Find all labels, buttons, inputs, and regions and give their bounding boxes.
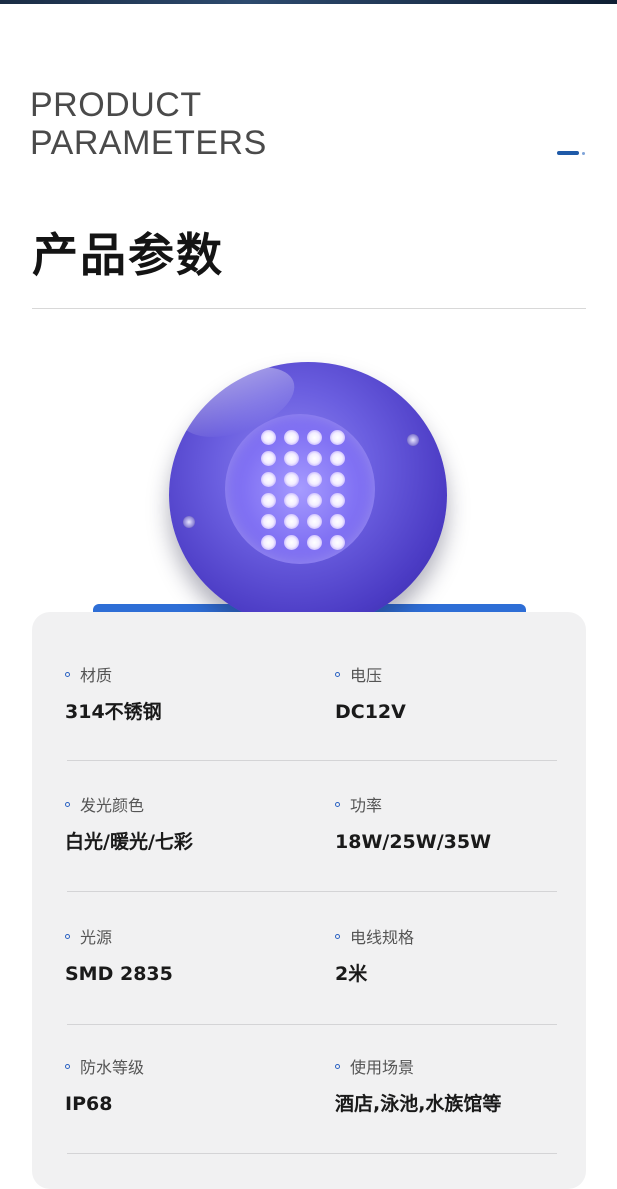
param-value: DC12V <box>335 701 406 723</box>
led-array <box>261 430 347 552</box>
led-chip <box>307 514 322 529</box>
param-value: 酒店,泳池,水族馆等 <box>335 1093 502 1115</box>
led-chip <box>330 535 345 550</box>
param-material: 材质 314不锈钢 <box>65 664 162 724</box>
bullet-icon <box>65 1063 70 1069</box>
english-title-line2: PARAMETERS <box>30 124 267 162</box>
row-divider <box>67 891 557 892</box>
led-chip <box>307 430 322 445</box>
led-chip <box>330 430 345 445</box>
bullet-icon <box>335 933 340 939</box>
led-chip <box>284 430 299 445</box>
led-chip <box>284 493 299 508</box>
accent-dot <box>582 152 585 155</box>
chinese-section-title: 产品参数 <box>32 228 224 282</box>
param-label: 发光颜色 <box>80 796 145 815</box>
led-chip <box>307 493 322 508</box>
param-light-color: 发光颜色 白光/暖光/七彩 <box>65 794 193 854</box>
param-label: 电线规格 <box>350 928 415 947</box>
english-title-line1: PRODUCT <box>30 86 202 124</box>
row-divider <box>67 760 557 761</box>
top-banner-strip <box>0 0 617 4</box>
bullet-icon <box>335 801 340 807</box>
param-cable-spec: 电线规格 2米 <box>335 926 414 986</box>
param-value: SMD 2835 <box>65 963 173 985</box>
param-value: 白光/暖光/七彩 <box>65 831 193 853</box>
param-value: 18W/25W/35W <box>335 831 492 853</box>
led-chip <box>330 514 345 529</box>
param-label: 防水等级 <box>80 1058 145 1077</box>
led-chip <box>330 493 345 508</box>
param-label: 电压 <box>350 666 383 685</box>
parameters-card: 材质 314不锈钢 电压 DC12V 发光颜色 白光/暖光/七彩 功率 18W/… <box>32 612 586 1189</box>
bullet-icon <box>335 671 340 677</box>
led-chip <box>307 451 322 466</box>
param-label: 使用场景 <box>350 1058 415 1077</box>
param-value: IP68 <box>65 1093 113 1115</box>
english-section-title: PRODUCT PARAMETERS <box>30 86 267 162</box>
param-label: 功率 <box>350 796 383 815</box>
led-chip <box>261 472 276 487</box>
param-label: 光源 <box>80 928 113 947</box>
param-power: 功率 18W/25W/35W <box>335 794 491 854</box>
underwater-led-light-image <box>169 362 447 628</box>
led-chip <box>307 472 322 487</box>
param-label: 材质 <box>80 666 113 685</box>
led-chip <box>261 430 276 445</box>
led-chip <box>284 535 299 550</box>
param-light-source: 光源 SMD 2835 <box>65 926 173 986</box>
led-chip <box>284 472 299 487</box>
accent-dash <box>557 151 579 155</box>
bullet-icon <box>65 933 70 939</box>
param-use-scenarios: 使用场景 酒店,泳池,水族馆等 <box>335 1056 501 1116</box>
lamp-lens <box>225 414 375 564</box>
title-divider <box>32 308 586 309</box>
led-chip <box>284 514 299 529</box>
bullet-icon <box>65 801 70 807</box>
led-chip <box>330 451 345 466</box>
param-value: 2米 <box>335 963 368 985</box>
screw-right <box>407 434 419 446</box>
screw-left <box>183 516 195 528</box>
bullet-icon <box>335 1063 340 1069</box>
led-chip <box>307 535 322 550</box>
led-chip <box>330 472 345 487</box>
param-voltage: 电压 DC12V <box>335 664 406 724</box>
led-chip <box>261 451 276 466</box>
led-chip <box>261 535 276 550</box>
led-chip <box>261 514 276 529</box>
param-value: 314不锈钢 <box>65 701 162 723</box>
led-chip <box>284 451 299 466</box>
param-waterproof-rating: 防水等级 IP68 <box>65 1056 144 1116</box>
row-divider <box>67 1024 557 1025</box>
row-divider <box>67 1153 557 1154</box>
led-chip <box>261 493 276 508</box>
bullet-icon <box>65 671 70 677</box>
